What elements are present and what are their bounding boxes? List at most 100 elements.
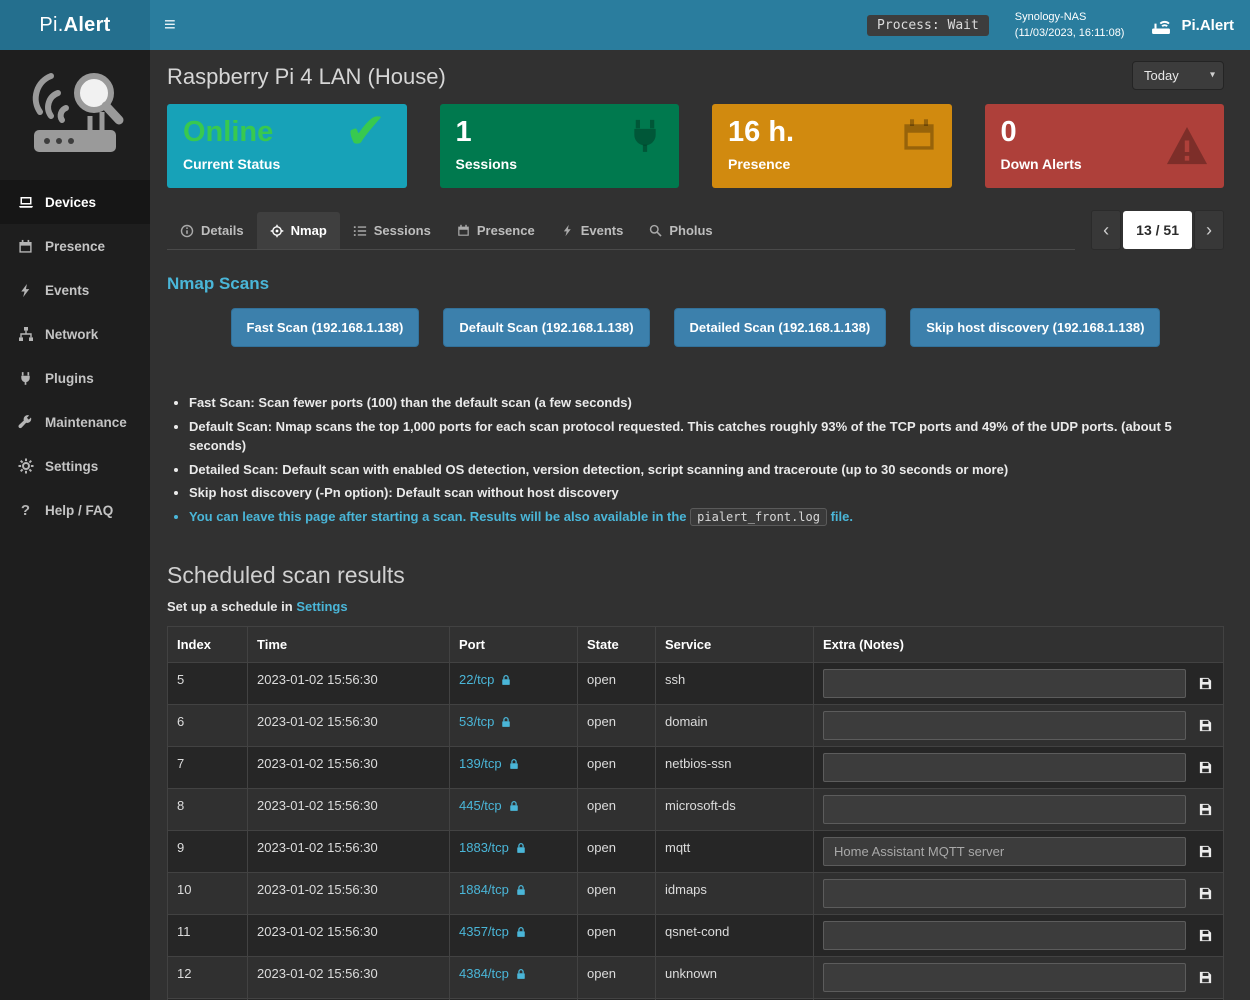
lock-icon — [515, 884, 527, 896]
sidebar-nav: Devices Presence Events Network Plugins … — [0, 180, 150, 532]
settings-link[interactable]: Settings — [296, 599, 347, 614]
table-header-row: Index Time Port State Service Extra (Not… — [168, 627, 1224, 663]
save-notes-button[interactable] — [1196, 717, 1214, 735]
sidebar-item-label: Help / FAQ — [45, 503, 113, 518]
cell-extra — [814, 915, 1224, 957]
extra-notes-input[interactable] — [823, 879, 1186, 908]
sidebar-item-maintenance[interactable]: Maintenance — [0, 400, 150, 444]
extra-notes-input[interactable] — [823, 921, 1186, 950]
col-port: Port — [450, 627, 578, 663]
sidebar-item-help-faq[interactable]: ? Help / FAQ — [0, 488, 150, 532]
sidebar-item-label: Devices — [45, 195, 96, 210]
period-select[interactable]: Today — [1132, 61, 1224, 90]
floppy-icon — [1198, 760, 1213, 775]
cell-extra — [814, 747, 1224, 789]
port-link[interactable]: 4357/tcp — [459, 924, 527, 939]
sidebar-item-devices[interactable]: Devices — [0, 180, 150, 224]
log-file-code: pialert_front.log — [690, 508, 827, 526]
cell-state: open — [578, 873, 656, 915]
plug-icon — [626, 117, 664, 160]
save-notes-button[interactable] — [1196, 885, 1214, 903]
default-scan-button[interactable]: Default Scan (192.168.1.138) — [443, 308, 649, 347]
header-brand-right[interactable]: Pi.Alert — [1150, 14, 1234, 36]
port-link[interactable]: 1884/tcp — [459, 882, 527, 897]
port-link[interactable]: 22/tcp — [459, 672, 512, 687]
next-device-button[interactable]: › — [1194, 210, 1224, 250]
tab-events[interactable]: Events — [548, 212, 637, 249]
sidebar-item-events[interactable]: Events — [0, 268, 150, 312]
save-notes-button[interactable] — [1196, 801, 1214, 819]
scan-note: Fast Scan: Scan fewer ports (100) than t… — [189, 393, 1224, 413]
cell-port: 1884/tcp — [450, 873, 578, 915]
fast-scan-button[interactable]: Fast Scan (192.168.1.138) — [231, 308, 420, 347]
lock-icon — [515, 842, 527, 854]
sidebar-item-network[interactable]: Network — [0, 312, 150, 356]
sidebar: Devices Presence Events Network Plugins … — [0, 50, 150, 1000]
laptop-icon — [17, 194, 34, 210]
nas-timestamp: (11/03/2023, 16:11:08) — [1015, 25, 1125, 42]
wrench-icon — [17, 415, 34, 430]
save-notes-button[interactable] — [1196, 759, 1214, 777]
main-content: Raspberry Pi 4 LAN (House) Today ▾ Onlin… — [150, 50, 1250, 1000]
scan-results-table: Index Time Port State Service Extra (Not… — [167, 626, 1224, 1000]
port-link[interactable]: 53/tcp — [459, 714, 512, 729]
skip-host-discovery-button[interactable]: Skip host discovery (192.168.1.138) — [910, 308, 1160, 347]
extra-notes-input[interactable] — [823, 711, 1186, 740]
hamburger-menu-icon[interactable]: ≡ — [164, 15, 176, 35]
extra-notes-input[interactable] — [823, 963, 1186, 992]
col-service: Service — [656, 627, 814, 663]
tabs-row: Details Nmap Sessions Presence Events — [167, 210, 1224, 250]
port-link[interactable]: 4384/tcp — [459, 966, 527, 981]
port-link[interactable]: 445/tcp — [459, 798, 520, 813]
tab-details[interactable]: Details — [167, 212, 257, 249]
tab-sessions[interactable]: Sessions — [340, 212, 444, 249]
port-link[interactable]: 139/tcp — [459, 756, 520, 771]
tab-label: Pholus — [669, 223, 712, 238]
tab-pholus[interactable]: Pholus — [636, 212, 725, 249]
tab-nmap[interactable]: Nmap — [257, 212, 340, 249]
cell-extra — [814, 705, 1224, 747]
scheduled-results-heading: Scheduled scan results — [167, 562, 1224, 589]
cell-port: 1883/tcp — [450, 831, 578, 873]
sidebar-item-label: Network — [45, 327, 98, 342]
floppy-icon — [1198, 802, 1213, 817]
cell-service: idmaps — [656, 873, 814, 915]
cell-port: 4357/tcp — [450, 915, 578, 957]
tab-presence[interactable]: Presence — [444, 212, 548, 249]
save-notes-button[interactable] — [1196, 675, 1214, 693]
prev-device-button[interactable]: ‹ — [1091, 210, 1121, 250]
table-row: 6 2023-01-02 15:56:30 53/tcp open domain — [168, 705, 1224, 747]
cell-state: open — [578, 747, 656, 789]
sidebar-item-settings[interactable]: Settings — [0, 444, 150, 488]
detailed-scan-button[interactable]: Detailed Scan (192.168.1.138) — [674, 308, 887, 347]
calendar-icon — [901, 117, 937, 158]
scan-notes-list: Fast Scan: Scan fewer ports (100) than t… — [167, 393, 1224, 526]
top-nav: ≡ Process: Wait Synology-NAS (11/03/2023… — [150, 0, 1250, 50]
extra-notes-input[interactable] — [823, 837, 1186, 866]
cell-extra — [814, 789, 1224, 831]
sidebar-item-plugins[interactable]: Plugins — [0, 356, 150, 400]
scan-note: Skip host discovery (-Pn option): Defaul… — [189, 483, 1224, 503]
floppy-icon — [1198, 718, 1213, 733]
floppy-icon — [1198, 676, 1213, 691]
tab-label: Details — [201, 223, 244, 238]
extra-notes-input[interactable] — [823, 669, 1186, 698]
save-notes-button[interactable] — [1196, 969, 1214, 987]
cell-time: 2023-01-02 15:56:30 — [248, 873, 450, 915]
lock-icon — [500, 716, 512, 728]
sidebar-item-presence[interactable]: Presence — [0, 224, 150, 268]
device-pager: ‹ 13 / 51 › — [1091, 210, 1224, 250]
floppy-icon — [1198, 970, 1213, 985]
extra-notes-input[interactable] — [823, 753, 1186, 782]
lock-icon — [515, 968, 527, 980]
save-notes-button[interactable] — [1196, 927, 1214, 945]
brand-logo[interactable]: Pi.Alert — [0, 0, 150, 50]
sidebar-item-label: Plugins — [45, 371, 94, 386]
floppy-icon — [1198, 928, 1213, 943]
cell-service: mqtt — [656, 831, 814, 873]
save-notes-button[interactable] — [1196, 843, 1214, 861]
scan-note: Default Scan: Nmap scans the top 1,000 p… — [189, 417, 1224, 456]
pialert-logo-graphic — [0, 50, 150, 180]
extra-notes-input[interactable] — [823, 795, 1186, 824]
port-link[interactable]: 1883/tcp — [459, 840, 527, 855]
